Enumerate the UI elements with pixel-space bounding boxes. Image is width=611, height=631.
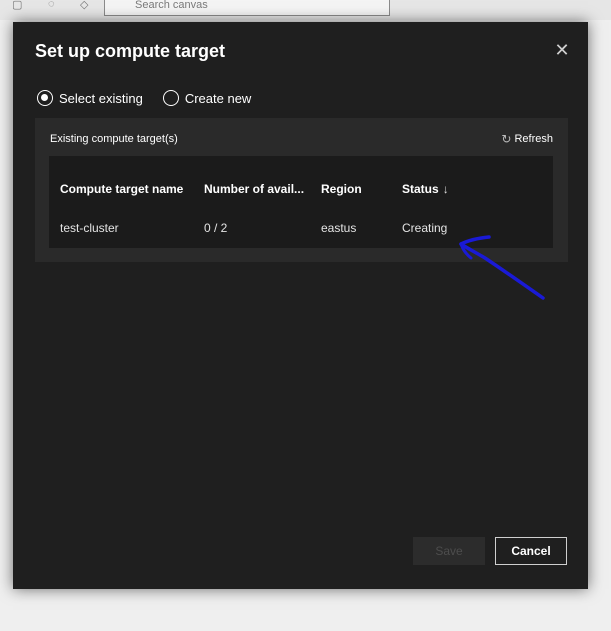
refresh-icon: ↻: [501, 132, 512, 146]
column-header-nodes[interactable]: Number of avail...: [204, 174, 304, 204]
cell-name: test-cluster: [60, 221, 119, 235]
save-button[interactable]: Save: [413, 537, 485, 565]
annotation-arrow: [459, 235, 545, 300]
toolbar-icon: ◇: [80, 0, 89, 11]
sort-descending-icon: ↓: [442, 182, 449, 196]
panel-title: Existing compute target(s): [50, 133, 178, 145]
column-header-status[interactable]: Status ↓: [402, 174, 449, 204]
toolbar-icon: ◌: [48, 0, 55, 10]
close-icon[interactable]: ✕: [552, 40, 572, 60]
refresh-label: Refresh: [514, 133, 553, 145]
cell-nodes: 0 / 2: [204, 221, 228, 235]
radio-create-new[interactable]: Create new: [162, 90, 252, 106]
canvas-search-input[interactable]: Search canvas: [104, 0, 390, 16]
cancel-button[interactable]: Cancel: [495, 537, 567, 565]
compute-option-group: Select existing Create new: [37, 90, 271, 106]
radio-select-existing[interactable]: Select existing: [37, 90, 143, 106]
radio-label: Create new: [184, 90, 252, 106]
radio-unchecked-icon: [162, 90, 179, 106]
toolbar-icon: ▢: [12, 0, 23, 11]
compute-target-dialog: Set up compute target ✕ Select existing …: [13, 22, 588, 589]
column-header-region[interactable]: Region: [321, 174, 362, 204]
table-header: Compute target name Number of avail... R…: [49, 174, 553, 204]
canvas-search-placeholder: Search canvas: [135, 0, 208, 11]
dialog-title: Set up compute target: [35, 41, 226, 61]
radio-label: Select existing: [59, 90, 143, 106]
column-header-status-label: Status: [402, 182, 439, 196]
radio-checked-icon: [37, 90, 53, 106]
refresh-button[interactable]: ↻ Refresh: [501, 132, 553, 146]
column-header-name[interactable]: Compute target name: [60, 174, 183, 204]
cell-region: eastus: [321, 221, 357, 235]
background-toolbar: ▢ ◌ ◇ Search canvas: [0, 0, 611, 20]
